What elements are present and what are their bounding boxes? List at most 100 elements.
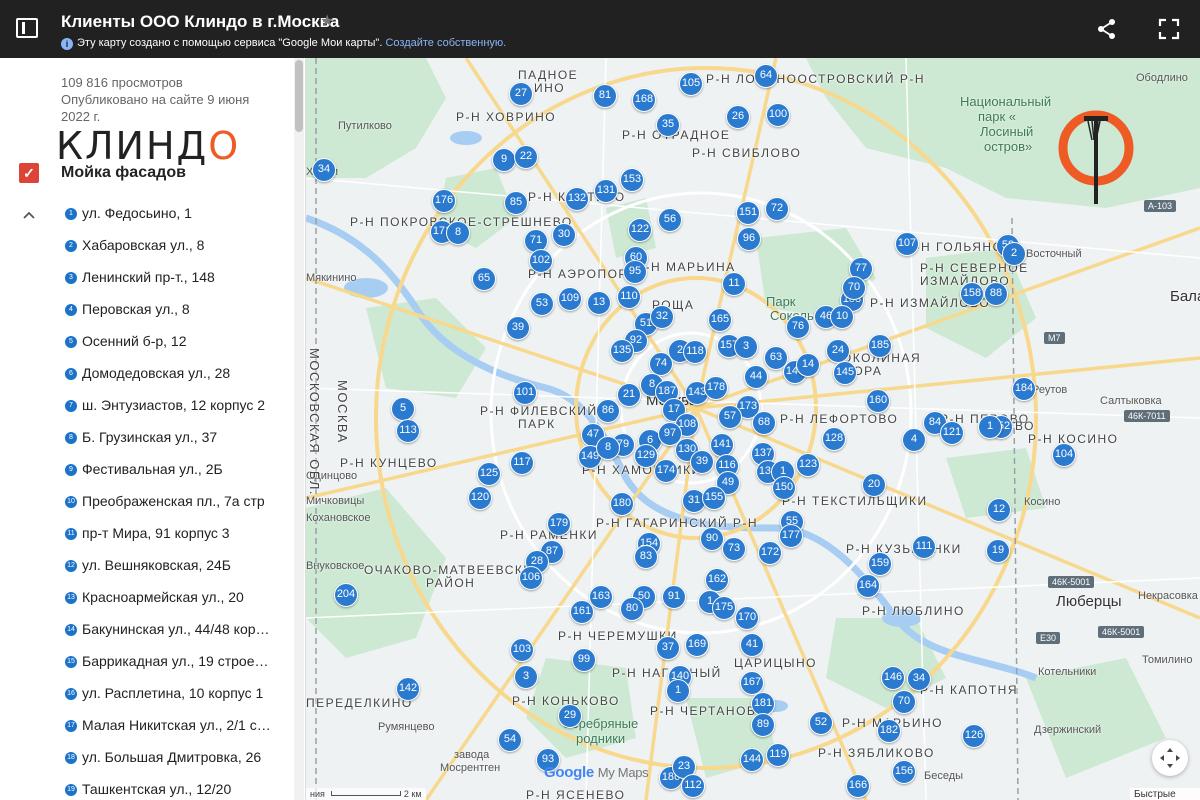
map-marker[interactable]: 1	[978, 415, 1002, 439]
map-marker[interactable]: 126	[962, 724, 986, 748]
map-marker[interactable]: 83	[634, 545, 658, 569]
map-marker[interactable]: 104	[1052, 443, 1076, 467]
map-marker[interactable]: 111	[912, 535, 936, 559]
map-marker[interactable]: 113	[396, 419, 420, 443]
map-marker[interactable]: 88	[984, 282, 1008, 306]
map-marker[interactable]: 162	[705, 568, 729, 592]
map-marker[interactable]: 20	[862, 473, 886, 497]
map-marker[interactable]: 179	[547, 512, 571, 536]
map-marker[interactable]: 146	[881, 666, 905, 690]
map-marker[interactable]: 2	[1002, 242, 1026, 266]
map-marker[interactable]: 29	[558, 704, 582, 728]
map-marker[interactable]: 76	[786, 315, 810, 339]
map-marker[interactable]: 44	[744, 365, 768, 389]
map-marker[interactable]: 166	[846, 774, 870, 798]
map-marker[interactable]: 161	[570, 600, 594, 624]
map-marker[interactable]: 165	[708, 308, 732, 332]
map-marker[interactable]: 178	[704, 376, 728, 400]
map-marker[interactable]: 1	[666, 679, 690, 703]
list-item[interactable]: 7 ш. Энтузиастов, 12 корпус 2	[0, 390, 290, 422]
map-marker[interactable]: 81	[593, 84, 617, 108]
map-marker[interactable]: 129	[634, 444, 658, 468]
map-marker[interactable]: 122	[628, 218, 652, 242]
map-marker[interactable]: 65	[472, 267, 496, 291]
list-item[interactable]: 3 Ленинский пр-т., 148	[0, 262, 290, 294]
map-marker[interactable]: 56	[658, 208, 682, 232]
map-marker[interactable]: 119	[766, 743, 790, 767]
map-marker[interactable]: 8	[596, 436, 620, 460]
map-marker[interactable]: 91	[662, 585, 686, 609]
map-marker[interactable]: 54	[498, 728, 522, 752]
list-item[interactable]: 16 ул. Расплетина, 10 корпус 1	[0, 678, 290, 710]
map-marker[interactable]: 9	[492, 148, 516, 172]
map-marker[interactable]: 14	[796, 353, 820, 377]
layer-header[interactable]: ✓ Мойка фасадов	[0, 158, 290, 188]
scrollbar-track[interactable]	[294, 58, 304, 800]
map-marker[interactable]: 95	[623, 260, 647, 284]
map-marker[interactable]: 153	[620, 168, 644, 192]
recenter-button[interactable]	[1152, 740, 1188, 776]
list-item[interactable]: 8 Б. Грузинская ул., 37	[0, 422, 290, 454]
fullscreen-icon[interactable]	[1158, 18, 1180, 40]
share-icon[interactable]	[1096, 18, 1118, 40]
map-marker[interactable]: 4	[902, 428, 926, 452]
list-item[interactable]: 11 пр-т Мира, 91 корпус 3	[0, 518, 290, 550]
list-item[interactable]: 18 ул. Большая Дмитровка, 26	[0, 742, 290, 774]
map-marker[interactable]: 13	[587, 291, 611, 315]
keyboard-shortcuts-link[interactable]: Быстрые клавиши	[1130, 788, 1200, 800]
map-marker[interactable]: 64	[754, 64, 778, 88]
create-own-link[interactable]: Создайте собственную.	[385, 37, 506, 49]
map-marker[interactable]: 105	[679, 72, 703, 96]
map-marker[interactable]: 176	[432, 189, 456, 213]
map-marker[interactable]: 131	[594, 179, 618, 203]
map-marker[interactable]: 177	[779, 524, 803, 548]
map-marker[interactable]: 168	[632, 88, 656, 112]
map-marker[interactable]: 5	[391, 397, 415, 421]
map-marker[interactable]: 85	[504, 191, 528, 215]
layer-checkbox[interactable]: ✓	[19, 163, 39, 183]
list-item[interactable]: 12 ул. Вешняковская, 24Б	[0, 550, 290, 582]
map-marker[interactable]: 170	[735, 606, 759, 630]
map-marker[interactable]: 57	[718, 405, 742, 429]
map-marker[interactable]: 70	[892, 690, 916, 714]
list-item[interactable]: 9 Фестивальная ул., 2Б	[0, 454, 290, 486]
panel-toggle-icon[interactable]	[16, 18, 38, 38]
list-item[interactable]: 10 Преображенская пл., 7а стр	[0, 486, 290, 518]
map-marker[interactable]: 135	[610, 339, 634, 363]
map-marker[interactable]: 164	[856, 574, 880, 598]
map-marker[interactable]: 11	[722, 272, 746, 296]
map-marker[interactable]: 155	[702, 486, 726, 510]
map-marker[interactable]: 99	[572, 648, 596, 672]
map-marker[interactable]: 102	[529, 249, 553, 273]
map-marker[interactable]: 73	[722, 537, 746, 561]
list-item[interactable]: 14 Бакунинская ул., 44/48 кор…	[0, 614, 290, 646]
map-canvas[interactable]: Р-Н ХОВРИНО Р-Н ОТРАДНОЕ Р-Н СВИБЛОВО Р-Н Л…	[306, 58, 1200, 800]
map-marker[interactable]: 150	[772, 476, 796, 500]
map-marker[interactable]: 110	[617, 285, 641, 309]
map-marker[interactable]: 27	[509, 82, 533, 106]
map-marker[interactable]: 151	[736, 201, 760, 225]
map-marker[interactable]: 72	[765, 197, 789, 221]
map-marker[interactable]: 180	[610, 492, 634, 516]
map-marker[interactable]: 32	[650, 305, 674, 329]
map-marker[interactable]: 182	[877, 719, 901, 743]
map-marker[interactable]: 159	[868, 552, 892, 576]
map-marker[interactable]: 26	[726, 105, 750, 129]
map-marker[interactable]: 107	[895, 232, 919, 256]
map-marker[interactable]: 96	[737, 227, 761, 251]
map-marker[interactable]: 68	[752, 411, 776, 435]
list-item[interactable]: 17 Малая Никитская ул., 2/1 с…	[0, 710, 290, 742]
map-marker[interactable]: 185	[868, 334, 892, 358]
map-marker[interactable]: 3	[514, 665, 538, 689]
map-marker[interactable]: 80	[620, 597, 644, 621]
map-marker[interactable]: 141	[710, 433, 734, 457]
map-marker[interactable]: 34	[907, 667, 931, 691]
map-marker[interactable]: 103	[510, 638, 534, 662]
map-marker[interactable]: 125	[477, 462, 501, 486]
map-marker[interactable]: 121	[940, 421, 964, 445]
scrollbar-thumb[interactable]	[295, 60, 303, 132]
map-marker[interactable]: 19	[986, 539, 1010, 563]
map-marker[interactable]: 8	[446, 221, 470, 245]
map-marker[interactable]: 142	[396, 677, 420, 701]
map-marker[interactable]: 10	[830, 305, 854, 329]
